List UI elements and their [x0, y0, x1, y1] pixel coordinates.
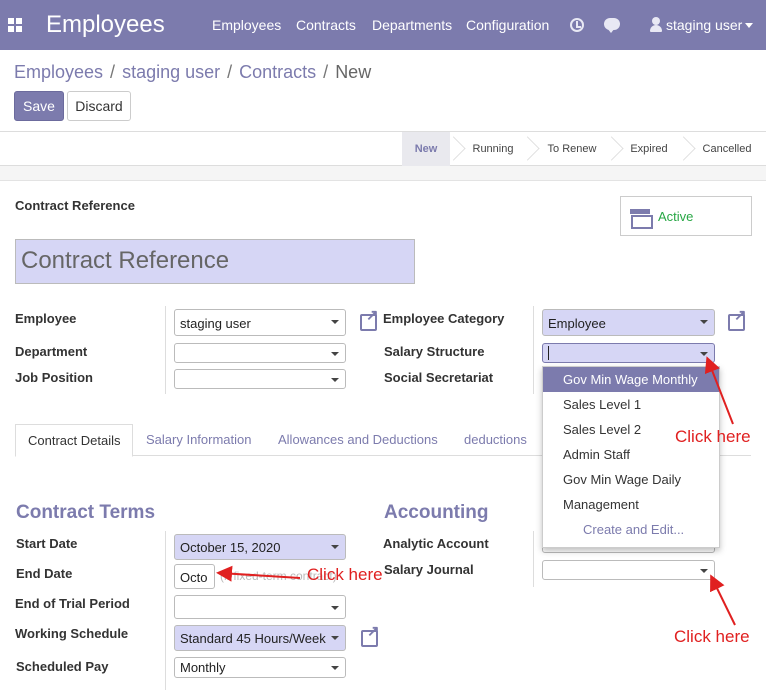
text-cursor: [548, 346, 549, 360]
employee-select[interactable]: staging user: [174, 309, 346, 336]
breadcrumb-current: New: [335, 62, 372, 82]
job-position-select[interactable]: [174, 369, 346, 389]
employee-category-label: Employee Category: [383, 311, 505, 326]
working-schedule-label: Working Schedule: [15, 626, 129, 641]
status-bar: New Running To Renew Expired Cancelled: [0, 132, 766, 166]
stage-separator: [450, 132, 462, 166]
chevron-down-icon[interactable]: [700, 569, 708, 573]
breadcrumb: Employees / staging user / Contracts / New: [14, 62, 372, 82]
dropdown-item[interactable]: Gov Min Wage Monthly: [543, 367, 719, 392]
click-here-annotation: Click here: [307, 565, 383, 584]
salary-structure-dropdown: Gov Min Wage Monthly Sales Level 1 Sales…: [542, 366, 720, 548]
contract-reference-input[interactable]: Contract Reference: [15, 239, 415, 284]
external-link-icon[interactable]: [361, 622, 380, 647]
chevron-down-icon[interactable]: [700, 320, 708, 324]
department-select[interactable]: [174, 343, 346, 363]
activity-clock-icon[interactable]: [570, 18, 584, 32]
external-link-icon[interactable]: [360, 306, 379, 331]
chevron-down-icon[interactable]: [331, 545, 339, 549]
archive-icon: [630, 209, 653, 229]
column-divider: [165, 306, 166, 394]
start-date-input[interactable]: October 15, 2020: [174, 534, 346, 560]
stage-separator: [524, 132, 536, 166]
working-schedule-value: Standard 45 Hours/Week: [180, 631, 326, 646]
breadcrumb-user[interactable]: staging user: [122, 62, 220, 82]
salary-structure-label: Salary Structure: [384, 344, 485, 359]
app-title: Employees: [46, 11, 165, 38]
external-link-icon[interactable]: [728, 306, 747, 331]
salary-journal-label: Salary Journal: [384, 562, 474, 577]
column-divider: [165, 531, 166, 690]
chevron-down-icon[interactable]: [331, 666, 339, 670]
trial-period-input[interactable]: [174, 595, 346, 619]
salary-journal-select[interactable]: [542, 560, 715, 580]
scheduled-pay-value: Monthly: [180, 660, 226, 675]
control-panel: Employees / staging user / Contracts / New Sav…: [0, 50, 766, 132]
tab-allowances-deductions[interactable]: Allowances and Deductions: [278, 424, 438, 457]
breadcrumb-contracts[interactable]: Contracts: [239, 62, 316, 82]
active-toggle-button[interactable]: Active: [620, 196, 752, 236]
save-button[interactable]: Save: [14, 91, 64, 121]
chevron-down-icon[interactable]: [745, 23, 753, 28]
social-secretariat-label: Social Secretariat: [384, 370, 494, 385]
breadcrumb-employees[interactable]: Employees: [14, 62, 103, 82]
start-date-label: Start Date: [16, 536, 78, 551]
chevron-down-icon[interactable]: [700, 352, 708, 356]
end-date-label: End Date: [16, 566, 73, 581]
job-position-label: Job Position: [15, 370, 93, 385]
stage-running[interactable]: Running: [462, 132, 524, 166]
trial-period-label: End of Trial Period: [15, 596, 130, 611]
chevron-down-icon[interactable]: [331, 352, 339, 356]
create-and-edit-option[interactable]: Create and Edit...: [543, 517, 719, 542]
user-menu[interactable]: staging user: [666, 17, 742, 33]
salary-structure-input[interactable]: [542, 343, 715, 363]
click-here-annotation: Click here: [675, 427, 751, 446]
chevron-down-icon[interactable]: [331, 320, 339, 324]
apps-menu-icon[interactable]: [8, 18, 22, 32]
end-date-input[interactable]: Octo: [174, 564, 215, 589]
stage-cancelled[interactable]: Cancelled: [692, 132, 762, 166]
contract-terms-title: Contract Terms: [16, 502, 156, 523]
analytic-account-label: Analytic Account: [383, 536, 489, 551]
dropdown-item[interactable]: Gov Min Wage Daily: [543, 467, 719, 492]
contract-reference-label: Contract Reference: [15, 198, 135, 213]
click-here-annotation: Click here: [674, 627, 750, 646]
accounting-title: Accounting: [384, 502, 489, 523]
scheduled-pay-select[interactable]: Monthly: [174, 657, 346, 678]
messaging-chat-icon[interactable]: [604, 18, 620, 33]
tab-salary-information[interactable]: Salary Information: [146, 424, 252, 457]
stage-separator: [680, 132, 692, 166]
column-divider: [533, 531, 534, 587]
dropdown-item[interactable]: Sales Level 1: [543, 392, 719, 417]
active-label: Active: [658, 209, 694, 224]
discard-button[interactable]: Discard: [67, 91, 131, 121]
scheduled-pay-label: Scheduled Pay: [16, 659, 109, 674]
nav-departments[interactable]: Departments: [372, 17, 452, 33]
nav-employees[interactable]: Employees: [212, 17, 281, 33]
tab-contract-details[interactable]: Contract Details: [15, 424, 134, 457]
tab-deductions[interactable]: deductions: [464, 424, 527, 457]
user-icon[interactable]: [650, 17, 662, 33]
end-date-value: Octo: [180, 570, 208, 585]
top-navbar: Employees Employees Contracts Department…: [0, 0, 766, 50]
chevron-down-icon[interactable]: [331, 378, 339, 382]
start-date-value: October 15, 2020: [180, 540, 281, 555]
employee-value: staging user: [180, 316, 251, 331]
column-divider: [533, 306, 534, 394]
dropdown-item[interactable]: Management: [543, 492, 719, 517]
stage-to-renew[interactable]: To Renew: [536, 132, 608, 166]
working-schedule-select[interactable]: Standard 45 Hours/Week: [174, 625, 346, 651]
nav-configuration[interactable]: Configuration: [466, 17, 549, 33]
nav-contracts[interactable]: Contracts: [296, 17, 356, 33]
employee-category-value: Employee: [548, 316, 606, 331]
employee-label: Employee: [15, 311, 77, 326]
stage-expired[interactable]: Expired: [618, 132, 680, 166]
department-label: Department: [15, 344, 88, 359]
employee-category-select[interactable]: Employee: [542, 309, 715, 336]
chevron-down-icon[interactable]: [331, 606, 339, 610]
chevron-down-icon[interactable]: [331, 636, 339, 640]
